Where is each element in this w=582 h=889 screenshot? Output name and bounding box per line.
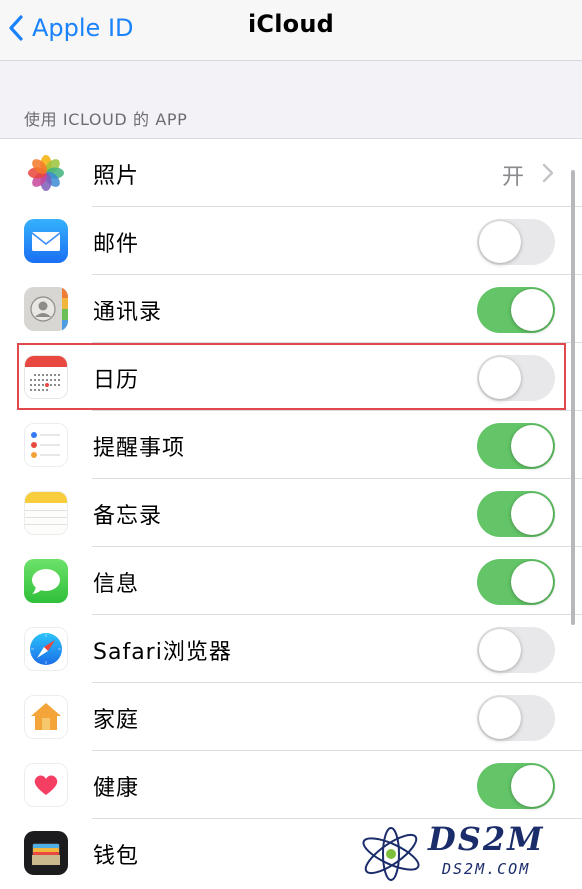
reminders-icon bbox=[24, 423, 68, 467]
apps-list: 照片 开 邮件 通讯录 日历 提醒事项 备忘录 信息 Safari浏览器 家庭 … bbox=[0, 138, 582, 889]
toggle-knob bbox=[511, 425, 553, 467]
messages-icon bbox=[24, 559, 68, 603]
contacts-toggle[interactable] bbox=[477, 287, 555, 333]
toggle-knob bbox=[511, 289, 553, 331]
home-icon bbox=[24, 695, 68, 739]
wallet-icon bbox=[24, 831, 68, 875]
list-item-label: 邮件 bbox=[93, 232, 140, 257]
list-item-label: 信息 bbox=[93, 572, 140, 597]
list-item-label: Safari浏览器 bbox=[93, 640, 232, 665]
home-toggle[interactable] bbox=[477, 695, 555, 741]
list-item-label: 备忘录 bbox=[93, 504, 163, 529]
toggle-knob bbox=[511, 493, 553, 535]
list-item-label: 健康 bbox=[93, 776, 140, 801]
list-item-label: 通讯录 bbox=[93, 300, 163, 325]
toggle-knob bbox=[511, 765, 553, 807]
toggle-knob bbox=[479, 629, 521, 671]
list-item-home: 家庭 bbox=[0, 683, 582, 751]
toggle-knob bbox=[479, 357, 521, 399]
section-header: 使用 ICLOUD 的 APP bbox=[24, 110, 188, 129]
health-icon bbox=[24, 763, 68, 807]
atom-logo-icon bbox=[362, 827, 420, 881]
mail-toggle[interactable] bbox=[477, 219, 555, 265]
watermark: DS2M DS2M.COM bbox=[350, 820, 582, 888]
list-item-calendar: 日历 bbox=[0, 343, 582, 411]
list-item-label: 提醒事项 bbox=[93, 436, 186, 461]
mail-icon bbox=[24, 219, 68, 263]
watermark-subtext: DS2M.COM bbox=[442, 860, 531, 878]
navigation-bar: Apple ID iCloud bbox=[0, 0, 582, 61]
notes-icon bbox=[24, 491, 68, 535]
toggle-knob bbox=[511, 561, 553, 603]
list-item-photos[interactable]: 照片 开 bbox=[0, 139, 582, 207]
chevron-right-icon bbox=[542, 163, 554, 183]
page-title: iCloud bbox=[247, 10, 335, 38]
notes-toggle[interactable] bbox=[477, 491, 555, 537]
scrollbar[interactable] bbox=[571, 170, 575, 625]
list-item-label: 日历 bbox=[93, 368, 140, 393]
list-item-contacts: 通讯录 bbox=[0, 275, 582, 343]
list-item-label: 钱包 bbox=[93, 844, 140, 869]
list-item-messages: 信息 bbox=[0, 547, 582, 615]
list-item-label: 照片 bbox=[93, 164, 140, 189]
safari-icon bbox=[24, 627, 68, 671]
toggle-knob bbox=[479, 697, 521, 739]
watermark-text: DS2M bbox=[428, 820, 545, 858]
contacts-icon bbox=[24, 287, 68, 331]
list-item-reminders: 提醒事项 bbox=[0, 411, 582, 479]
photos-icon bbox=[24, 151, 68, 195]
list-item-notes: 备忘录 bbox=[0, 479, 582, 547]
calendar-toggle[interactable] bbox=[477, 355, 555, 401]
messages-toggle[interactable] bbox=[477, 559, 555, 605]
photos-status-value: 开 bbox=[501, 165, 524, 190]
list-item-health: 健康 bbox=[0, 751, 582, 819]
safari-toggle[interactable] bbox=[477, 627, 555, 673]
reminders-toggle[interactable] bbox=[477, 423, 555, 469]
list-item-safari: Safari浏览器 bbox=[0, 615, 582, 683]
list-item-mail: 邮件 bbox=[0, 207, 582, 275]
calendar-icon bbox=[24, 355, 68, 399]
list-item-label: 家庭 bbox=[93, 708, 140, 733]
toggle-knob bbox=[479, 221, 521, 263]
health-toggle[interactable] bbox=[477, 763, 555, 809]
